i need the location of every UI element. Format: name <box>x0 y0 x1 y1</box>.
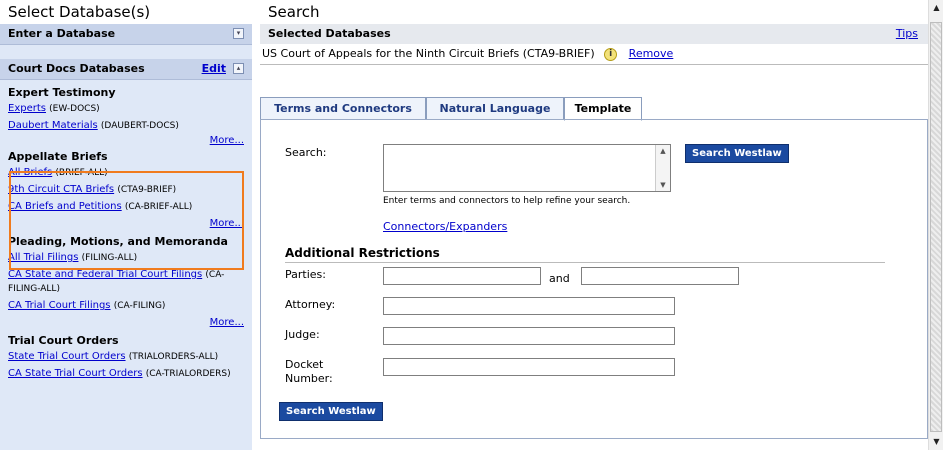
court-docs-bar: Court Docs Databases Edit ▴ <box>0 59 252 80</box>
db-link[interactable]: CA Trial Court Filings <box>8 300 111 311</box>
db-link[interactable]: Daubert Materials <box>8 120 98 131</box>
database-name: US Court of Appeals for the Ninth Circui… <box>262 47 595 60</box>
more-link[interactable]: More... <box>210 317 244 328</box>
enter-database-label: Enter a Database <box>8 27 116 40</box>
court-docs-label: Court Docs Databases <box>8 62 145 75</box>
db-link[interactable]: CA State and Federal Trial Court Filings <box>8 269 202 280</box>
docket-number-input[interactable] <box>383 358 675 376</box>
highlight-box <box>9 171 244 270</box>
parties-input-2[interactable] <box>581 267 739 285</box>
additional-restrictions-heading: Additional Restrictions <box>285 246 885 263</box>
db-link[interactable]: CA State Trial Court Orders <box>8 368 143 379</box>
scroll-up-icon[interactable]: ▲ <box>656 145 670 157</box>
connectors-expanders-link[interactable]: Connectors/Expanders <box>383 220 507 233</box>
db-code: (CA-FILING) <box>113 301 166 311</box>
section-heading: Expert Testimony <box>8 86 116 99</box>
list-item: CA State and Federal Trial Court Filings… <box>8 268 244 296</box>
list-item: State Trial Court Orders (TRIALORDERS-AL… <box>8 350 244 364</box>
tab-natural-language[interactable]: Natural Language <box>426 97 564 120</box>
search-textarea[interactable]: ▲ ▼ <box>383 144 671 192</box>
selected-database-row: US Court of Appeals for the Ninth Circui… <box>260 44 928 65</box>
attorney-input[interactable] <box>383 297 675 315</box>
section-heading: Trial Court Orders <box>8 334 119 347</box>
list-item: Experts (EW-DOCS) <box>8 102 244 116</box>
database-selector-panel: Select Database(s) Enter a Database ▾ Co… <box>0 0 252 450</box>
search-westlaw-button[interactable]: Search Westlaw <box>685 144 789 163</box>
scrollbar-thumb[interactable] <box>930 22 942 432</box>
section-trial-court-orders: Trial Court Orders State Trial Court Ord… <box>0 334 252 381</box>
parties-input-1[interactable] <box>383 267 541 285</box>
remove-link[interactable]: Remove <box>629 47 674 60</box>
search-panel: Search Selected Databases Tips US Court … <box>260 0 928 450</box>
db-code: (EW-DOCS) <box>49 104 100 114</box>
list-item: Daubert Materials (DAUBERT-DOCS) <box>8 119 244 133</box>
judge-label: Judge: <box>285 328 320 341</box>
section-heading: Appellate Briefs <box>8 150 108 163</box>
page-scrollbar[interactable]: ▲ ▼ <box>928 0 943 450</box>
enter-database-bar[interactable]: Enter a Database ▾ <box>0 24 252 45</box>
attorney-label: Attorney: <box>285 298 336 311</box>
more-link[interactable]: More... <box>210 135 244 146</box>
db-code: (DAUBERT-DOCS) <box>100 121 179 131</box>
selected-databases-bar: Selected Databases Tips <box>260 24 928 44</box>
textarea-scrollbar[interactable]: ▲ ▼ <box>655 145 670 191</box>
expand-icon[interactable]: ▾ <box>233 28 244 39</box>
tab-terms-and-connectors[interactable]: Terms and Connectors <box>260 97 426 120</box>
scroll-down-icon[interactable]: ▼ <box>656 179 670 191</box>
parties-label: Parties: <box>285 268 326 281</box>
section-expert-testimony: Expert Testimony Experts (EW-DOCS) Daube… <box>0 86 252 146</box>
db-link[interactable]: Experts <box>8 103 46 114</box>
scroll-up-icon[interactable]: ▲ <box>929 0 943 16</box>
edit-link[interactable]: Edit <box>202 59 226 79</box>
db-code: (TRIALORDERS-ALL) <box>128 352 219 362</box>
info-icon[interactable]: i <box>604 47 618 61</box>
collapse-icon[interactable]: ▴ <box>233 63 244 74</box>
search-hint: Enter terms and connectors to help refin… <box>383 196 631 206</box>
search-westlaw-button-bottom[interactable]: Search Westlaw <box>279 402 383 421</box>
list-item: CA State Trial Court Orders (CA-TRIALORD… <box>8 367 244 381</box>
db-code: (CA-TRIALORDERS) <box>145 369 231 379</box>
selected-databases-label: Selected Databases <box>268 27 391 40</box>
tab-template[interactable]: Template <box>564 97 642 121</box>
search-label: Search: <box>285 146 327 159</box>
docket-number-label: Docket Number: <box>285 358 333 385</box>
scroll-down-icon[interactable]: ▼ <box>929 434 943 450</box>
template-form: Search: ▲ ▼ Search Westlaw Enter terms a… <box>260 119 928 439</box>
tips-link[interactable]: Tips <box>896 24 918 44</box>
judge-input[interactable] <box>383 327 675 345</box>
and-label: and <box>549 272 570 285</box>
db-link[interactable]: State Trial Court Orders <box>8 351 126 362</box>
list-item: CA Trial Court Filings (CA-FILING) <box>8 299 244 313</box>
panel-title: Select Database(s) <box>0 0 252 24</box>
page-title: Search <box>268 3 320 21</box>
